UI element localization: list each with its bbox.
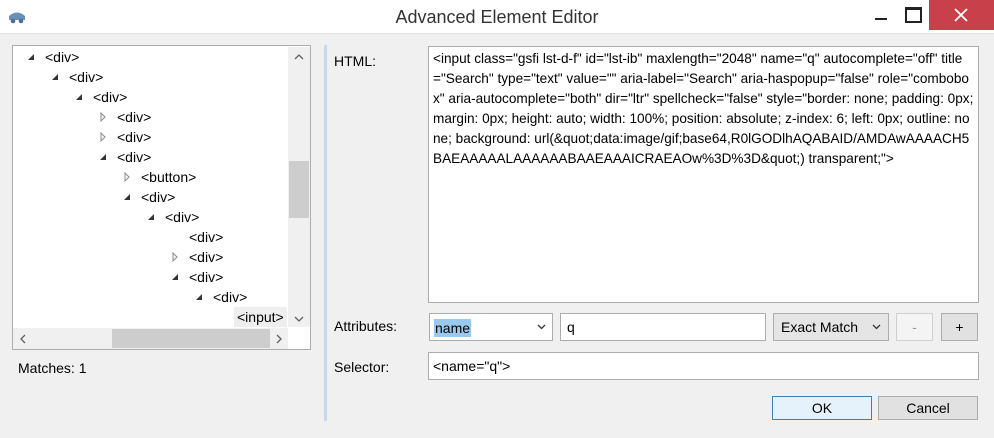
expanded-triangle-icon[interactable] <box>50 72 60 82</box>
remove-attribute-button[interactable]: - <box>896 313 933 341</box>
tree-node[interactable]: <div> <box>0 107 288 127</box>
html-label: HTML: <box>334 53 376 69</box>
title-bar: Advanced Element Editor <box>0 0 994 34</box>
scroll-down-icon[interactable] <box>293 313 305 325</box>
expanded-triangle-icon[interactable] <box>74 92 84 102</box>
match-mode-value: Exact Match <box>781 319 859 335</box>
tree-node[interactable]: <div> <box>0 187 288 207</box>
attribute-name-value: name <box>434 319 472 337</box>
selector-label: Selector: <box>334 359 390 375</box>
tree-node[interactable]: <div> <box>0 127 288 147</box>
tree-node-label: <div> <box>189 249 224 265</box>
tree-node[interactable]: <div> <box>0 87 288 107</box>
ok-button[interactable]: OK <box>772 396 872 420</box>
tree-node-label: <button> <box>141 169 197 185</box>
expanded-triangle-icon[interactable] <box>26 52 36 62</box>
expanded-triangle-icon[interactable] <box>170 272 180 282</box>
chevron-down-icon <box>872 324 881 330</box>
tree-horizontal-scroll-thumb[interactable] <box>112 329 270 348</box>
tree-node[interactable]: <div> <box>0 267 288 287</box>
tree-node-label: <div> <box>117 109 152 125</box>
collapsed-triangle-icon[interactable] <box>98 112 108 122</box>
maximize-button[interactable] <box>897 0 927 30</box>
selector-input[interactable]: <name="q"> <box>428 352 979 380</box>
close-icon <box>954 8 968 22</box>
expanded-triangle-icon[interactable] <box>146 212 156 222</box>
cancel-button[interactable]: Cancel <box>878 396 978 420</box>
tree-node[interactable]: <div> <box>0 47 288 67</box>
panel-splitter[interactable] <box>324 45 327 421</box>
tree-node-label: <div> <box>117 149 152 165</box>
expanded-triangle-icon[interactable] <box>98 152 108 162</box>
match-mode-dropdown[interactable]: Exact Match <box>773 313 889 341</box>
scroll-right-icon[interactable] <box>273 333 285 345</box>
attribute-value-input[interactable]: q <box>560 313 766 341</box>
tree-node[interactable]: <div> <box>0 227 288 247</box>
attribute-name-dropdown[interactable]: name <box>429 313 553 341</box>
tree-node[interactable]: <div> <box>0 147 288 167</box>
expanded-triangle-icon[interactable] <box>122 192 132 202</box>
tree-node-label: <div> <box>69 69 104 85</box>
collapsed-triangle-icon[interactable] <box>98 132 108 142</box>
tree-node-label: <div> <box>189 229 224 245</box>
tree-node-label: <div> <box>45 49 80 65</box>
window-title: Advanced Element Editor <box>395 7 599 27</box>
tree-node[interactable]: <div> <box>0 67 288 87</box>
close-button[interactable] <box>929 0 994 30</box>
attributes-label: Attributes: <box>334 318 398 334</box>
chevron-down-icon <box>537 324 546 330</box>
tree-node-label: <div> <box>141 189 176 205</box>
tree-node[interactable]: <div> <box>0 287 288 307</box>
tree-node-label: <div> <box>213 289 248 305</box>
tree-node-label: <div> <box>165 209 200 225</box>
html-textarea[interactable]: <input class="gsfi lst-d-f" id="lst-ib" … <box>428 46 979 303</box>
tree-node[interactable]: <input> <box>0 307 288 327</box>
tree-node[interactable]: <button> <box>0 167 288 187</box>
scroll-up-icon[interactable] <box>293 51 305 63</box>
tree-node[interactable]: <div> <box>0 247 288 267</box>
tree-node-label: <input> <box>234 307 287 327</box>
tree-node[interactable]: <div> <box>0 207 288 227</box>
expanded-triangle-icon[interactable] <box>194 292 204 302</box>
minimize-button[interactable] <box>866 0 896 30</box>
collapsed-triangle-icon[interactable] <box>170 252 180 262</box>
tree-node-label: <div> <box>189 269 224 285</box>
tree-vertical-scroll-thumb[interactable] <box>289 161 309 218</box>
scroll-left-icon[interactable] <box>17 333 29 345</box>
matches-count: Matches: 1 <box>18 360 87 376</box>
collapsed-triangle-icon[interactable] <box>122 172 132 182</box>
add-attribute-button[interactable]: + <box>941 313 978 341</box>
tree-node-label: <div> <box>93 89 128 105</box>
tree-node-label: <div> <box>117 129 152 145</box>
